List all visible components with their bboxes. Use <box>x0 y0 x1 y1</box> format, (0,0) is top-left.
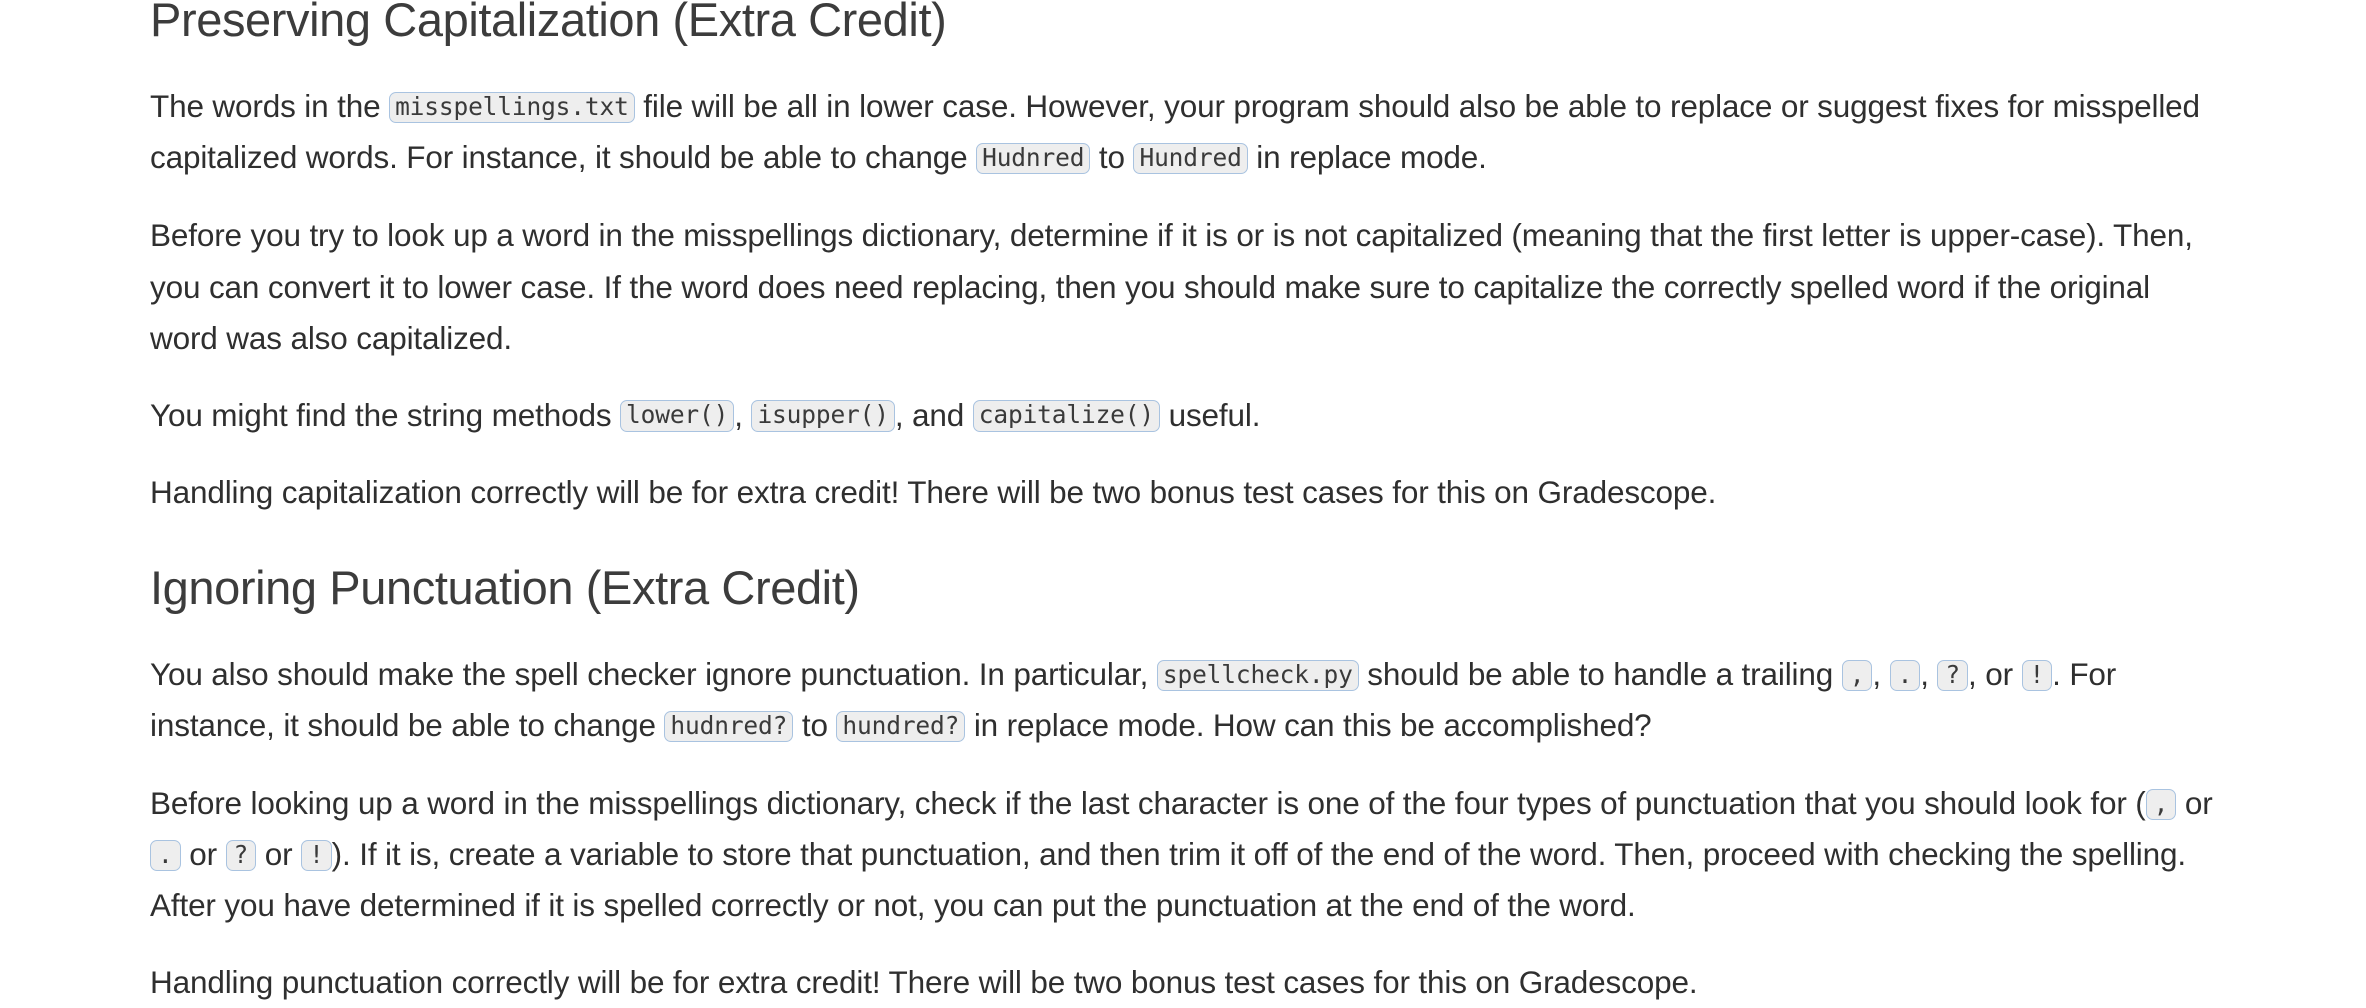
paragraph-text: or <box>2176 785 2213 822</box>
assignment-page: Preserving Capitalization (Extra Credit)… <box>0 0 2366 1008</box>
section-heading-ignoring-punctuation: Ignoring Punctuation (Extra Credit) <box>150 560 860 614</box>
paragraph-text: ). If it is, create a variable to store … <box>150 836 2186 924</box>
paragraph-text: Handling capitalization correctly will b… <box>150 473 1717 510</box>
inline-code-badge: capitalize() <box>972 400 1160 432</box>
paragraph-text: to <box>1090 139 1134 176</box>
inline-code-badge: ? <box>1937 659 1969 692</box>
paragraph-p-string-methods: You might find the string methods lower(… <box>150 390 2216 441</box>
paragraph-p-before-you-try: Before you try to look up a word in the … <box>150 210 2216 363</box>
paragraph-text: You also should make the spell checker i… <box>150 656 1157 693</box>
inline-code-badge: , <box>1841 659 1873 692</box>
inline-code-badge: hundred? <box>836 710 966 743</box>
inline-code-badge: ! <box>2021 659 2053 692</box>
paragraph-p-before-looking-up: Before looking up a word in the misspell… <box>150 778 2216 931</box>
inline-code-badge: hudnred? <box>664 710 794 743</box>
paragraph-p-handling-punctuation: Handling punctuation correctly will be f… <box>150 957 2216 1008</box>
inline-code-badge: Hundred <box>1133 142 1248 175</box>
paragraph-text: Handling punctuation correctly will be f… <box>150 964 1698 1001</box>
inline-code-badge: ! <box>301 839 332 872</box>
paragraph-text: , <box>1872 656 1890 693</box>
paragraph-text: , <box>734 396 752 433</box>
paragraph-text: The words in the <box>150 88 390 125</box>
inline-code-badge: lower() <box>620 400 735 432</box>
section-heading-preserving-capitalization: Preserving Capitalization (Extra Credit) <box>150 0 947 46</box>
paragraph-text: Before you try to look up a word in the … <box>150 217 2193 356</box>
inline-code-badge: misspellings.txt <box>389 91 635 124</box>
inline-code-badge: . <box>150 839 181 872</box>
paragraph-text: , or <box>1968 656 2022 693</box>
inline-code-badge: spellcheck.py <box>1156 659 1359 692</box>
paragraph-text: Before looking up a word in the misspell… <box>150 785 2146 822</box>
paragraph-text: in replace mode. <box>1247 139 1487 176</box>
document-content: Preserving Capitalization (Extra Credit)… <box>150 0 2216 1008</box>
inline-code-badge: Hudnred <box>976 142 1091 175</box>
inline-code-badge: isupper() <box>751 400 895 432</box>
paragraph-text: in replace mode. How can this be accompl… <box>965 707 1652 744</box>
paragraph-text: or <box>180 836 226 873</box>
paragraph-text: , <box>1920 656 1938 693</box>
inline-code-badge: . <box>1889 659 1921 692</box>
paragraph-p-misspellings-file: The words in the misspellings.txt file w… <box>150 81 2216 183</box>
inline-code-badge: ? <box>225 839 257 872</box>
paragraph-text: useful. <box>1159 396 1261 433</box>
paragraph-p-handling-capitalization: Handling capitalization correctly will b… <box>150 467 2216 518</box>
paragraph-text: or <box>256 836 302 873</box>
inline-code-badge: , <box>2145 788 2177 821</box>
paragraph-text: You might find the string methods <box>150 396 621 433</box>
paragraph-p-spell-checker-ignore: You also should make the spell checker i… <box>150 649 2216 751</box>
paragraph-text: to <box>793 707 837 744</box>
paragraph-text: should be able to handle a trailing <box>1358 656 1842 693</box>
paragraph-text: , and <box>894 396 973 433</box>
